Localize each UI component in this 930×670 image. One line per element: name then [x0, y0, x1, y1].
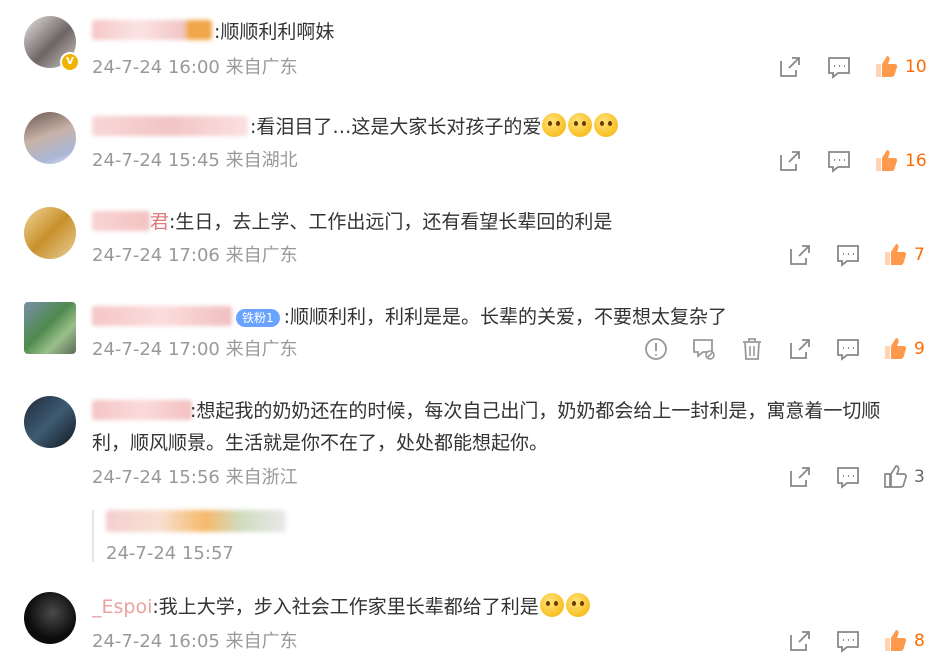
like-button[interactable]	[882, 463, 908, 489]
thumbs-up-icon	[876, 56, 898, 77]
avatar[interactable]	[24, 592, 76, 644]
comment-text: _Espoi:我上大学，步入社会工作家里长辈都给了利是	[92, 592, 591, 622]
comment-button[interactable]	[826, 54, 852, 80]
share-button[interactable]	[777, 54, 803, 80]
like-count: 9	[914, 339, 925, 359]
trash-icon	[743, 338, 761, 360]
thumbs-up-icon	[876, 150, 898, 171]
emoji-icon	[565, 593, 590, 617]
like-count: 10	[905, 57, 927, 77]
reply-user-name[interactable]	[106, 510, 286, 532]
fan-badge: 铁粉1	[236, 308, 280, 327]
comment-button[interactable]	[835, 336, 861, 362]
comment-button[interactable]	[835, 464, 861, 490]
share-icon	[790, 467, 810, 487]
share-button[interactable]	[787, 464, 813, 490]
comment-icon	[837, 467, 859, 489]
comment-text: :看泪目了…这是大家长对孩子的爱	[250, 112, 619, 142]
thumbs-up-icon	[885, 338, 907, 359]
comment-icon	[837, 339, 859, 361]
avatar[interactable]	[24, 207, 76, 259]
share-button[interactable]	[777, 148, 803, 174]
like-button[interactable]	[882, 241, 908, 267]
comment-icon	[828, 151, 850, 173]
share-icon	[780, 151, 800, 171]
comment-button[interactable]	[826, 148, 852, 174]
like-count: 7	[914, 245, 925, 265]
comment-icon	[837, 245, 859, 267]
like-button[interactable]	[882, 335, 908, 361]
delete-button[interactable]	[739, 336, 765, 362]
comment-date: 24-7-24 17:00 来自广东	[92, 339, 298, 360]
share-icon	[790, 339, 810, 359]
user-name[interactable]	[92, 20, 188, 40]
emoji-icon	[542, 113, 567, 137]
verified-badge-icon: V	[60, 52, 80, 72]
report-button[interactable]	[643, 336, 669, 362]
block-icon	[693, 339, 715, 360]
like-count: 16	[905, 151, 927, 171]
comment-icon	[828, 57, 850, 79]
report-icon	[645, 338, 667, 360]
comment-date: 24-7-24 15:45 来自湖北	[92, 150, 298, 171]
like-count: 3	[914, 467, 925, 487]
emoji-icon	[568, 113, 593, 137]
user-name[interactable]	[92, 400, 192, 420]
comment-date: 24-7-24 15:56 来自浙江	[92, 467, 298, 488]
comment-text: :想起我的奶奶还在的时候，每次自己出门，奶奶都会给上一封利是，寓意着一切顺	[190, 400, 881, 422]
thumbs-up-icon	[885, 630, 907, 651]
thumbs-up-icon	[884, 465, 907, 488]
avatar[interactable]	[24, 302, 76, 354]
emoji-icon	[594, 113, 619, 137]
comment-date: 24-7-24 16:00 来自广东	[92, 57, 298, 78]
share-button[interactable]	[787, 242, 813, 268]
user-name[interactable]	[92, 116, 248, 136]
user-name[interactable]	[92, 211, 150, 231]
like-button[interactable]	[882, 627, 908, 653]
user-badge-icon	[186, 20, 212, 40]
avatar[interactable]	[24, 396, 76, 448]
thumbs-up-icon	[885, 244, 907, 265]
emoji-icon	[539, 593, 564, 617]
comment-text: :顺顺利利啊妹	[214, 21, 335, 43]
comment-text: 铁粉1:顺顺利利，利利是是。长辈的关爱，不要想太复杂了	[232, 302, 727, 332]
share-button[interactable]	[787, 628, 813, 654]
reply-date: 24-7-24 15:57	[106, 543, 234, 564]
comment-text: 君:生日，去上学、工作出远门，还有看望长辈回的利是	[150, 211, 613, 233]
block-button[interactable]	[691, 336, 717, 362]
comment-button[interactable]	[835, 242, 861, 268]
comment-date: 24-7-24 16:05 来自广东	[92, 631, 298, 652]
like-button[interactable]	[873, 147, 899, 173]
comment-date: 24-7-24 17:06 来自广东	[92, 245, 298, 266]
reply-indent-line	[92, 510, 94, 562]
avatar[interactable]	[24, 112, 76, 164]
share-icon	[780, 57, 800, 77]
share-icon	[790, 245, 810, 265]
like-count: 8	[914, 631, 925, 651]
comment-text: 利，顺风顺景。生活就是你不在了，处处都能想起你。	[92, 432, 549, 454]
comment-icon	[837, 631, 859, 653]
share-icon	[790, 631, 810, 651]
share-button[interactable]	[787, 336, 813, 362]
like-button[interactable]	[873, 53, 899, 79]
comment-button[interactable]	[835, 628, 861, 654]
user-name[interactable]	[92, 306, 232, 326]
